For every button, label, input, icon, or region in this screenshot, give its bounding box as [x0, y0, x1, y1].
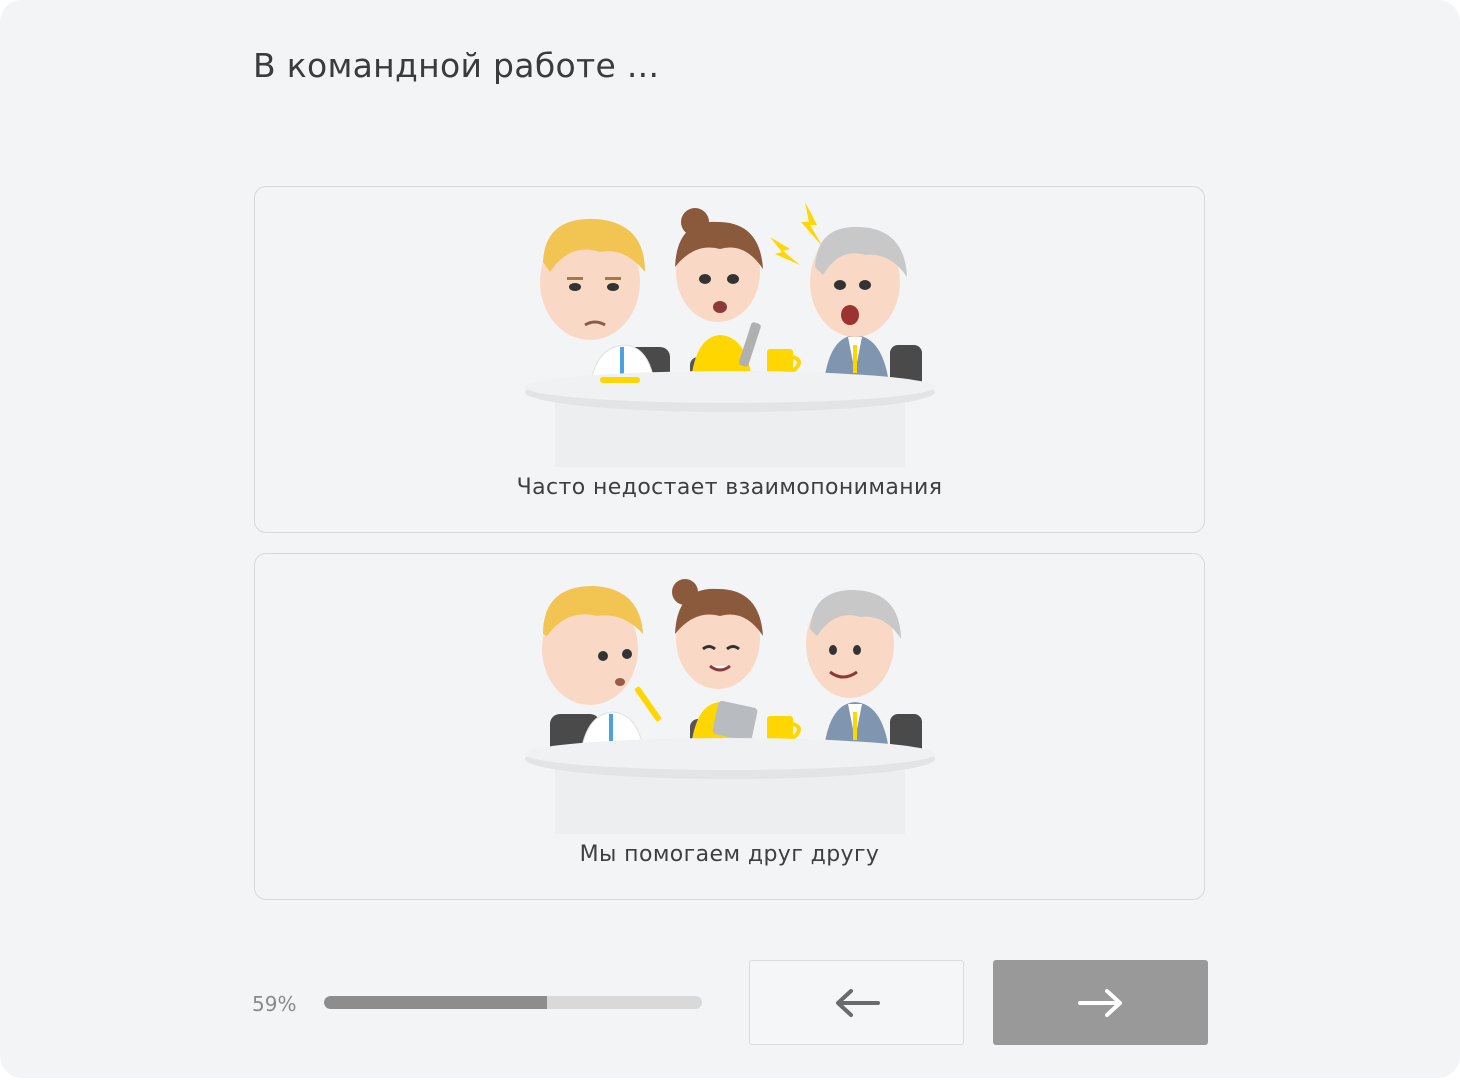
- progress-fill: [324, 996, 548, 1009]
- progress-bar: [324, 996, 702, 1009]
- next-button[interactable]: [993, 960, 1208, 1045]
- team-cooperation-illustration: [525, 579, 935, 834]
- team-conflict-illustration: [525, 202, 935, 467]
- answer-option-2-label: Мы помогаем друг другу: [579, 842, 880, 867]
- arrow-left-icon: [835, 988, 880, 1017]
- answer-option-2[interactable]: Мы помогаем друг другу: [254, 553, 1205, 900]
- arrow-right-icon: [1077, 988, 1122, 1017]
- back-button[interactable]: [749, 960, 964, 1045]
- answer-option-1-label: Часто недостает взаимопонимания: [516, 475, 943, 500]
- answer-option-1[interactable]: Часто недостает взаимопонимания: [254, 186, 1205, 533]
- quiz-panel: В командной работе ... Часто недостает в…: [0, 0, 1460, 1078]
- progress-percent: 59%: [252, 992, 297, 1016]
- question-title: В командной работе ...: [253, 46, 660, 85]
